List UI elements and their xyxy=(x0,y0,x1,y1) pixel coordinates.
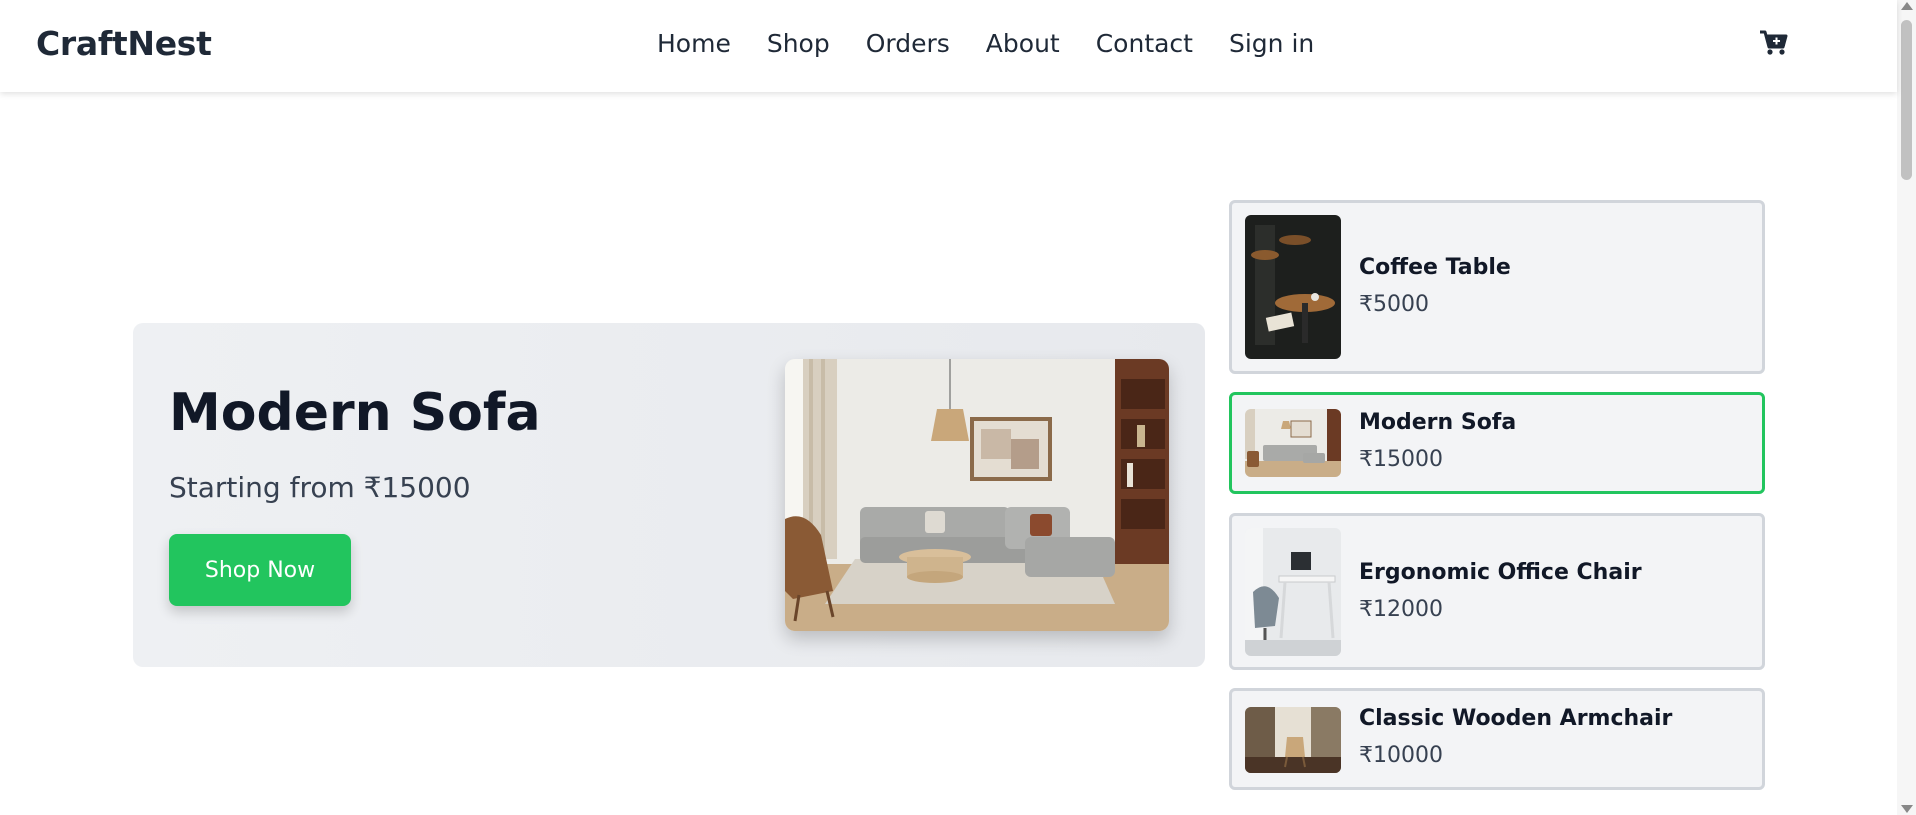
product-name: Coffee Table xyxy=(1359,255,1511,280)
office-chair-thumbnail xyxy=(1245,528,1341,656)
hero-title: Modern Sofa xyxy=(169,383,541,443)
hero-banner: Modern Sofa Starting from ₹15000 Shop No… xyxy=(133,323,1205,667)
product-price: ₹15000 xyxy=(1359,447,1443,472)
product-name: Ergonomic Office Chair xyxy=(1359,560,1642,585)
nav-home[interactable]: Home xyxy=(657,28,731,60)
product-card[interactable]: Ergonomic Office Chair ₹12000 xyxy=(1229,513,1765,670)
product-price: ₹5000 xyxy=(1359,292,1429,317)
nav-about[interactable]: About xyxy=(986,28,1060,60)
hero-subtitle: Starting from ₹15000 xyxy=(169,471,471,504)
hero-product-image xyxy=(785,359,1169,631)
product-price: ₹12000 xyxy=(1359,597,1443,622)
product-card[interactable]: Coffee Table ₹5000 xyxy=(1229,200,1765,374)
nav-signin[interactable]: Sign in xyxy=(1229,28,1314,60)
coffee-table-thumbnail xyxy=(1245,215,1341,359)
wooden-armchair-thumbnail xyxy=(1245,707,1341,773)
page-scrollbar[interactable] xyxy=(1897,0,1916,815)
product-card-selected[interactable]: Modern Sofa ₹15000 xyxy=(1229,392,1765,494)
product-price: ₹10000 xyxy=(1359,743,1443,768)
shop-now-button[interactable]: Shop Now xyxy=(169,534,351,606)
modern-sofa-thumbnail xyxy=(1245,409,1341,477)
product-name: Modern Sofa xyxy=(1359,410,1517,435)
product-name: Classic Wooden Armchair xyxy=(1359,706,1673,731)
scroll-down-arrow-icon[interactable] xyxy=(1901,805,1913,813)
scroll-up-arrow-icon[interactable] xyxy=(1901,2,1913,10)
main-nav: Home Shop Orders About Contact Sign in xyxy=(657,28,1350,60)
scroll-thumb[interactable] xyxy=(1901,20,1912,180)
product-card[interactable]: Classic Wooden Armchair ₹10000 xyxy=(1229,688,1765,790)
cart-plus-icon[interactable] xyxy=(1759,29,1789,57)
nav-orders[interactable]: Orders xyxy=(866,28,950,60)
top-navbar: CraftNest Home Shop Orders About Contact… xyxy=(0,0,1897,92)
brand-logo[interactable]: CraftNest xyxy=(36,24,212,63)
nav-contact[interactable]: Contact xyxy=(1096,28,1193,60)
nav-shop[interactable]: Shop xyxy=(767,28,830,60)
